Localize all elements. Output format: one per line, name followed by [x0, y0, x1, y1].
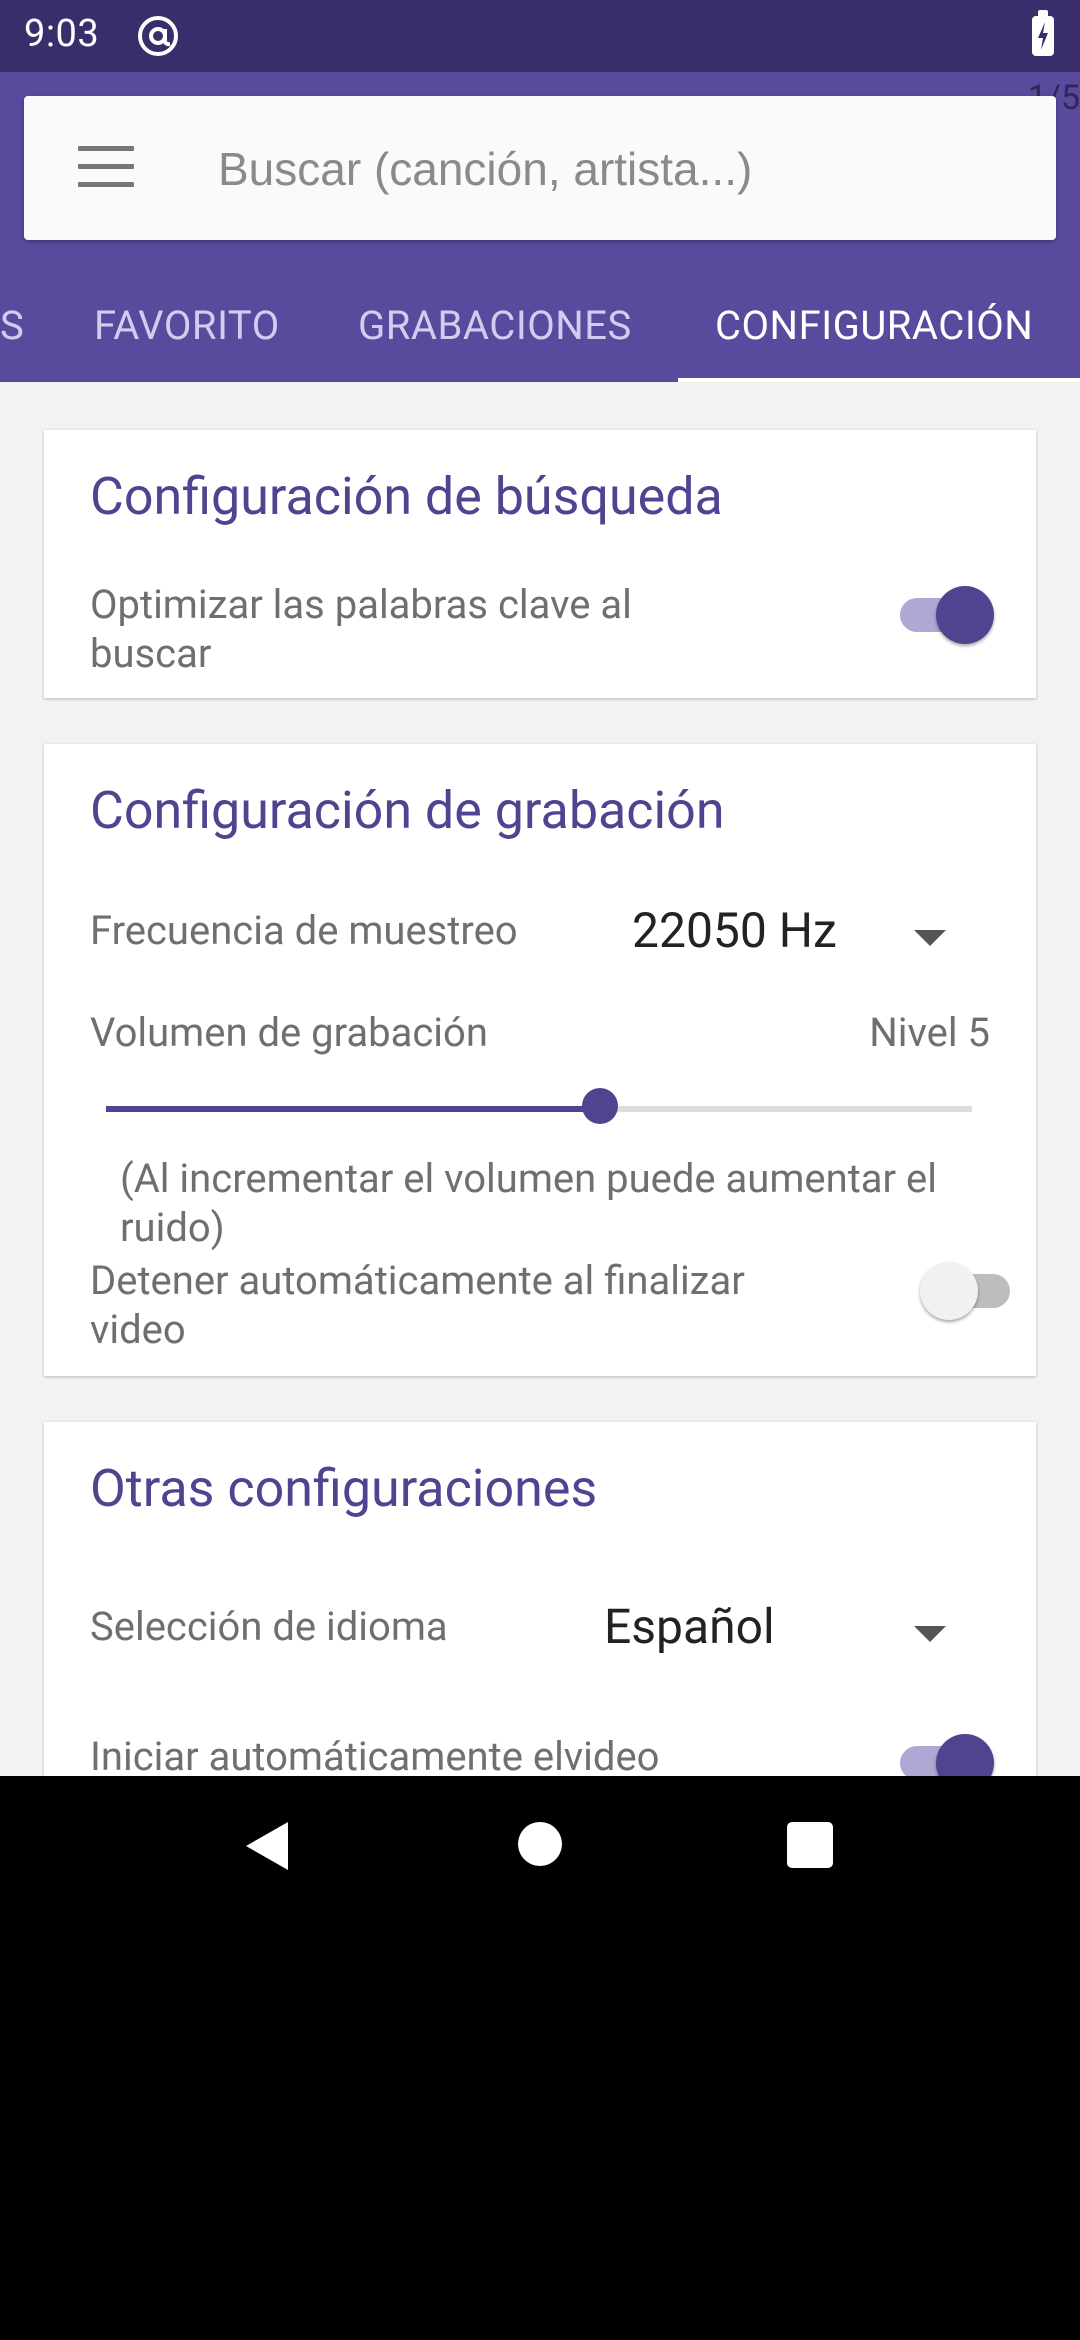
- auto-stop-label: Detener automáticamente al finalizar vid…: [90, 1257, 745, 1353]
- auto-start-label: Iniciar automáticamente elvideo: [90, 1733, 660, 1776]
- tab-partial[interactable]: S: [0, 268, 24, 382]
- volume-value: Nivel 5: [869, 1009, 990, 1056]
- optimize-keywords-label: Optimizar las palabras clave al buscar: [90, 581, 632, 677]
- other-settings-title: Otras configuraciones: [90, 1458, 598, 1519]
- status-time: 9:03: [24, 12, 100, 56]
- tab-configuracion[interactable]: CONFIGURACIÓN: [715, 268, 1033, 382]
- volume-label: Volumen de grabación: [90, 1009, 488, 1056]
- tab-grabaciones[interactable]: GRABACIONES: [358, 268, 632, 382]
- recording-settings-title: Configuración de grabación: [90, 780, 725, 841]
- status-bar: 9:03: [0, 0, 1080, 72]
- search-settings-title: Configuración de búsqueda: [90, 466, 723, 527]
- tab-bar: S FAVORITO GRABACIONES CONFIGURACIÓN: [0, 268, 1080, 382]
- other-settings-card: Otras configuraciones Selección de idiom…: [44, 1422, 1036, 1776]
- search-bar[interactable]: [24, 96, 1056, 240]
- menu-icon[interactable]: [78, 146, 134, 190]
- chevron-down-icon[interactable]: [914, 930, 946, 946]
- home-icon[interactable]: [518, 1822, 562, 1866]
- chevron-down-icon[interactable]: [914, 1626, 946, 1642]
- search-settings-card: Configuración de búsqueda Optimizar las …: [44, 430, 1036, 698]
- sample-rate-label: Frecuencia de muestreo: [90, 907, 518, 954]
- recent-apps-icon[interactable]: [787, 1822, 833, 1868]
- app-bar: 1/5 S FAVORITO GRABACIONES CONFIGURACIÓN: [0, 72, 1080, 383]
- volume-note: (Al incrementar el volumen puede aumenta…: [120, 1155, 937, 1251]
- navigation-bar: [0, 1776, 1080, 1916]
- language-label: Selección de idioma: [90, 1603, 448, 1650]
- volume-slider[interactable]: [106, 1106, 972, 1112]
- search-input[interactable]: [216, 126, 1020, 212]
- settings-content: Configuración de búsqueda Optimizar las …: [0, 382, 1080, 1776]
- at-sign-icon: [138, 16, 178, 56]
- back-icon[interactable]: [240, 1818, 296, 1874]
- auto-start-switch[interactable]: [894, 1730, 994, 1776]
- optimize-keywords-switch[interactable]: [894, 582, 994, 644]
- tab-favorito[interactable]: FAVORITO: [94, 268, 280, 382]
- battery-icon: [1032, 10, 1054, 56]
- volume-slider-thumb[interactable]: [581, 1088, 618, 1124]
- sample-rate-select[interactable]: 22050 Hz: [632, 902, 837, 959]
- volume-slider-fill: [106, 1106, 600, 1112]
- language-select[interactable]: Español: [604, 1598, 775, 1655]
- recording-settings-card: Configuración de grabación Frecuencia de…: [44, 744, 1036, 1376]
- auto-stop-switch[interactable]: [920, 1258, 1024, 1320]
